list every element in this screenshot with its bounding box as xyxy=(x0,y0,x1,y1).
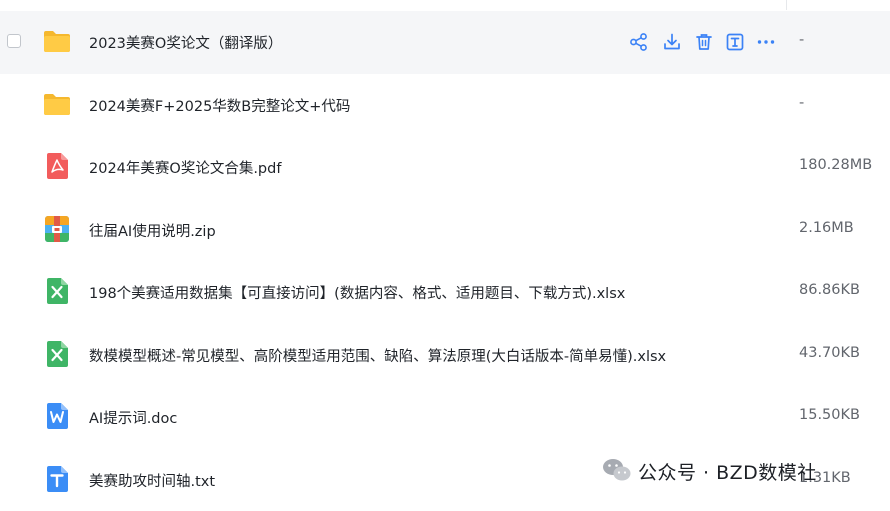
wechat-icon xyxy=(602,457,632,483)
top-divider xyxy=(0,0,890,10)
file-row-zip[interactable]: 往届AI使用说明.zip 2.16MB xyxy=(0,199,890,262)
text-file-icon xyxy=(42,464,72,494)
watermark-text: 公众号 · BZD数模社 xyxy=(638,458,817,485)
file-list: 2023美赛O奖论文（翻译版） xyxy=(0,11,890,511)
excel-icon xyxy=(42,276,72,306)
file-name[interactable]: 数模模型概述-常见模型、高阶模型适用范围、缺陷、算法原理(大白话版本-简单易懂)… xyxy=(89,345,666,366)
file-name[interactable]: AI提示词.doc xyxy=(89,407,177,428)
file-size: 86.86KB xyxy=(799,282,860,298)
file-row-xlsx-2[interactable]: 数模模型概述-常见模型、高阶模型适用范围、缺陷、算法原理(大白话版本-简单易懂)… xyxy=(0,324,890,387)
file-size: - xyxy=(799,32,804,48)
file-name[interactable]: 美赛助攻时间轴.txt xyxy=(89,470,215,491)
delete-icon[interactable] xyxy=(694,32,714,52)
file-size: - xyxy=(799,95,804,111)
file-name[interactable]: 198个美赛适用数据集【可直接访问】(数据内容、格式、适用题目、下载方式).xl… xyxy=(89,282,625,303)
rename-icon[interactable] xyxy=(725,32,745,52)
file-name[interactable]: 2024美赛F+2025华数B完整论文+代码 xyxy=(89,95,350,116)
file-row-doc[interactable]: AI提示词.doc 15.50KB xyxy=(0,386,890,449)
share-icon[interactable] xyxy=(629,32,649,52)
file-size: 15.50KB xyxy=(799,407,860,423)
zip-icon xyxy=(42,214,72,244)
more-icon[interactable] xyxy=(756,32,776,52)
file-row-folder-1[interactable]: 2023美赛O奖论文（翻译版） xyxy=(0,11,890,74)
row-checkbox[interactable] xyxy=(7,34,21,48)
file-name[interactable]: 2023美赛O奖论文（翻译版） xyxy=(89,32,282,53)
file-row-folder-2[interactable]: 2024美赛F+2025华数B完整论文+代码 - xyxy=(0,74,890,137)
folder-icon xyxy=(42,89,72,119)
pdf-icon xyxy=(42,151,72,181)
download-icon[interactable] xyxy=(662,32,682,52)
file-row-pdf[interactable]: 2024年美赛O奖论文合集.pdf 180.28MB xyxy=(0,136,890,199)
excel-icon xyxy=(42,339,72,369)
file-size: 180.28MB xyxy=(799,157,872,173)
file-name[interactable]: 2024年美赛O奖论文合集.pdf xyxy=(89,157,281,178)
folder-icon xyxy=(42,26,72,56)
word-icon xyxy=(42,401,72,431)
column-separator xyxy=(786,0,787,10)
file-name[interactable]: 往届AI使用说明.zip xyxy=(89,220,216,241)
file-size: 43.70KB xyxy=(799,345,860,361)
file-size: 2.16MB xyxy=(799,220,854,236)
file-row-xlsx-1[interactable]: 198个美赛适用数据集【可直接访问】(数据内容、格式、适用题目、下载方式).xl… xyxy=(0,261,890,324)
